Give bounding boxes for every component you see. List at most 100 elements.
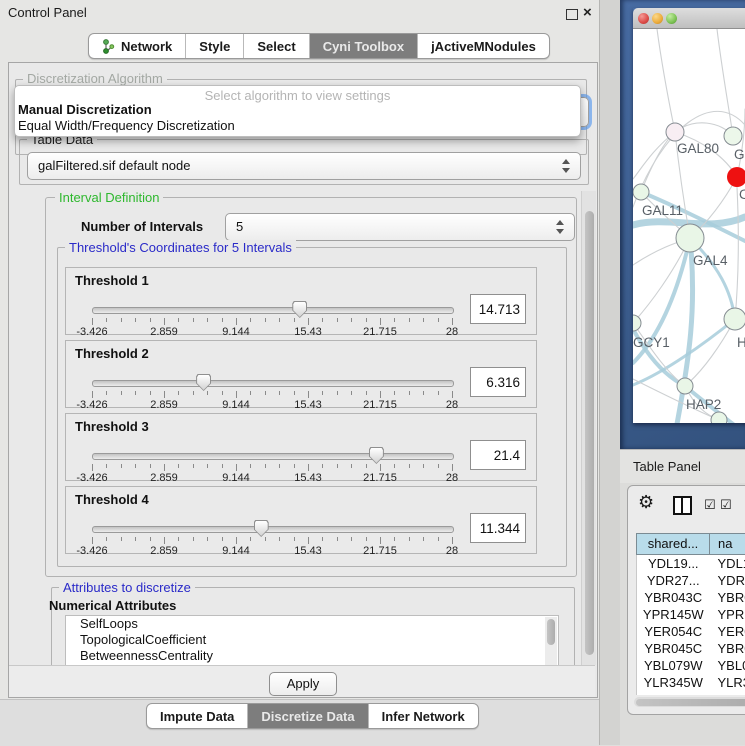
threshold-value-box[interactable]: 6.316 [470, 367, 526, 397]
tick-mark [222, 391, 223, 395]
panel-title: Control Panel [8, 0, 87, 26]
tick-mark [106, 318, 107, 322]
network-node-gcy1[interactable] [633, 315, 641, 331]
slider-track[interactable] [92, 380, 454, 387]
slider-thumb-face [255, 521, 268, 536]
table-hscrollbar-thumb[interactable] [636, 699, 745, 706]
node-label: GAL80 [677, 141, 719, 156]
numerical-attributes-list[interactable]: SelfLoopsTopologicalCoefficientBetweenne… [65, 615, 559, 667]
top-tab-bar: NetworkStyleSelectCyni ToolboxjActiveMNo… [88, 33, 550, 59]
float-window-icon[interactable] [566, 9, 578, 20]
attributes-group-label: Attributes to discretize [59, 580, 195, 595]
tab-label: Infer Network [382, 709, 465, 724]
close-icon[interactable]: × [583, 3, 592, 23]
network-window-frame: GAL80G.CGAL11GAL4GCY1HHAP2 [620, 0, 745, 449]
tab-select[interactable]: Select [244, 34, 309, 58]
slider-thumb[interactable] [196, 374, 211, 391]
checkbox-icon[interactable]: ☑ [720, 497, 732, 513]
list-scrollbar-thumb[interactable] [547, 619, 555, 645]
checkbox-icon[interactable]: ☑ [704, 497, 716, 513]
apply-button[interactable]: Apply [269, 672, 337, 696]
mac-zoom-button[interactable] [666, 13, 677, 24]
tick-mark [294, 318, 295, 322]
algorithm-option-manual-discretization[interactable]: Manual Discretization [18, 102, 577, 118]
attribute-item-topologicalcoefficient[interactable]: TopologicalCoefficient [66, 632, 558, 648]
slider-thumb[interactable] [292, 301, 307, 318]
slider-track[interactable] [92, 307, 454, 314]
threshold-value-box[interactable]: 14.713 [470, 294, 526, 324]
columns-icon[interactable] [673, 496, 692, 515]
table-panel-header: Table Panel [620, 449, 745, 483]
tick-mark [222, 318, 223, 322]
tick-mark [150, 537, 151, 541]
slider-thumb[interactable] [369, 447, 384, 464]
tick-mark [135, 464, 136, 468]
table-row[interactable]: YLR345WYLR3 [637, 674, 745, 691]
slider-thumb[interactable] [254, 520, 269, 537]
attribute-item-selfloops[interactable]: SelfLoops [66, 616, 558, 632]
slider-track[interactable] [92, 526, 454, 533]
tick-mark [236, 537, 237, 544]
main-scrollbar[interactable] [581, 191, 596, 665]
table-hscrollbar[interactable] [634, 697, 745, 707]
tab-jactivemnodules[interactable]: jActiveMNodules [418, 34, 549, 58]
tick-mark [337, 464, 338, 468]
table-data-combobox[interactable]: galFiltered.sif default node [27, 152, 581, 180]
column-header-na[interactable]: na [709, 533, 745, 555]
slider-thumb-face [197, 375, 210, 390]
table-row[interactable]: YIL052CYIL0 [637, 691, 745, 695]
list-scrollbar[interactable] [545, 617, 557, 665]
table-row[interactable]: YBL079WYBL0 [637, 657, 745, 674]
network-node-c[interactable] [727, 167, 745, 187]
tab-infer-network[interactable]: Infer Network [369, 704, 478, 728]
slider-track[interactable] [92, 453, 454, 460]
discretization-algorithm-label: Discretization Algorithm [23, 71, 167, 86]
network-node-h[interactable] [724, 308, 745, 330]
network-canvas[interactable]: GAL80G.CGAL11GAL4GCY1HHAP2 [633, 29, 745, 423]
network-node-gal80[interactable] [666, 123, 684, 141]
attribute-item-betweennesscentrality[interactable]: BetweennessCentrality [66, 648, 558, 664]
tab-style[interactable]: Style [186, 34, 244, 58]
network-edge[interactable] [717, 29, 733, 136]
network-edge[interactable] [735, 187, 738, 319]
network-edge[interactable] [633, 238, 690, 323]
table-row[interactable]: YPR145WYPR1 [637, 606, 745, 623]
tab-cyni-toolbox[interactable]: Cyni Toolbox [310, 34, 418, 58]
table-cell: YBR045C [637, 640, 710, 657]
table-row[interactable]: YBR045CYBR0 [637, 640, 745, 657]
spinner-icon [556, 220, 565, 234]
tick-mark [121, 391, 122, 395]
table-row[interactable]: YBR043CYBR0 [637, 589, 745, 606]
panel-divider[interactable] [600, 0, 620, 745]
table-cell: YBL079W [637, 657, 710, 674]
tick-mark [178, 537, 179, 541]
tab-network[interactable]: Network [89, 34, 186, 58]
table-row[interactable]: YER054CYER0 [637, 623, 745, 640]
network-node-hap2[interactable] [677, 378, 693, 394]
mac-close-button[interactable] [638, 13, 649, 24]
network-node-gal11[interactable] [633, 184, 649, 200]
network-edge[interactable] [657, 29, 675, 132]
main-scrollbar-thumb[interactable] [585, 211, 594, 655]
threshold-value-box[interactable]: 21.4 [470, 440, 526, 470]
tick-mark [150, 464, 151, 468]
tick-mark [106, 464, 107, 468]
tick-label: -3.426 [76, 472, 107, 484]
number-of-intervals-combobox[interactable]: 5 [225, 213, 575, 241]
network-node[interactable] [711, 412, 727, 423]
tick-label: 15.43 [294, 545, 322, 557]
algorithm-option-equal-width-frequency-discretization[interactable]: Equal Width/Frequency Discretization [18, 118, 577, 134]
gear-icon[interactable]: ⚙ [638, 492, 654, 513]
column-header-shared[interactable]: shared... [636, 533, 709, 555]
tab-discretize-data[interactable]: Discretize Data [248, 704, 368, 728]
network-node-g[interactable] [724, 127, 742, 145]
network-window-titlebar[interactable] [633, 8, 745, 29]
threshold-rows: Threshold 1-3.4262.8599.14415.4321.71528… [65, 267, 537, 559]
table-row[interactable]: YDR27...YDR2 [637, 572, 745, 589]
table-row[interactable]: YDL19...YDL1 [637, 555, 745, 572]
mac-minimize-button[interactable] [652, 13, 663, 24]
threshold-value-box[interactable]: 11.344 [470, 513, 526, 543]
network-node-gal4[interactable] [676, 224, 704, 252]
tick-mark [380, 391, 381, 398]
tab-impute-data[interactable]: Impute Data [147, 704, 248, 728]
